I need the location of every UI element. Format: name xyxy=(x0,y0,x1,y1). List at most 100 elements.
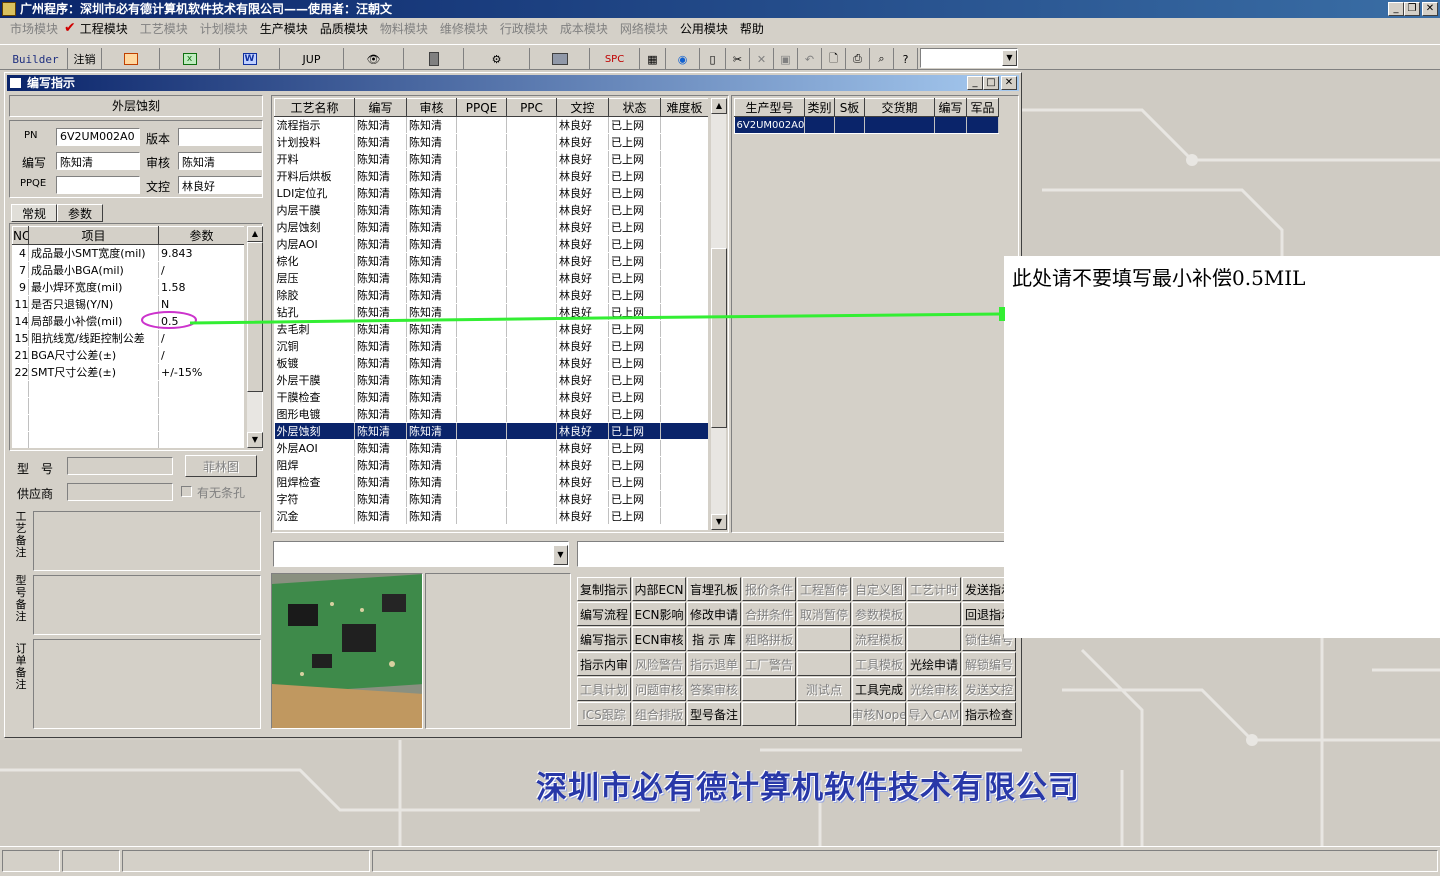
action-button[interactable]: 工厂警告 xyxy=(742,652,796,676)
process-combo[interactable] xyxy=(273,541,569,567)
word-icon[interactable]: W xyxy=(220,48,280,70)
printer-machine-icon[interactable] xyxy=(530,48,590,70)
action-button[interactable]: 解锁编号 xyxy=(962,652,1016,676)
column-header[interactable]: PPQE xyxy=(456,98,507,117)
column-header[interactable]: PPC xyxy=(506,98,557,117)
print-icon[interactable]: ⎙ xyxy=(846,48,870,70)
powerpoint-icon[interactable] xyxy=(102,48,160,70)
table-row[interactable]: 15 阻抗线宽/线距控制公差 / xyxy=(12,329,244,347)
excel-icon[interactable]: x xyxy=(160,48,220,70)
steps-scroll-up-icon[interactable]: ▲ xyxy=(711,98,727,114)
action-button[interactable]: 发送文控 xyxy=(962,677,1016,701)
column-header[interactable]: 类别 xyxy=(804,98,835,117)
table-row[interactable]: 9 最小焊环宽度(mil) 1.58 xyxy=(12,278,244,296)
cabinet-icon[interactable] xyxy=(404,48,464,70)
pn-field[interactable]: 6V2UM002A0 xyxy=(56,128,140,146)
action-button[interactable]: 修改申请 xyxy=(687,602,741,626)
restore-button[interactable]: ❐ xyxy=(1404,2,1420,16)
scroll-down-icon[interactable]: ▼ xyxy=(247,432,263,448)
table-row[interactable]: 沉金 陈知清 陈知清 林良好 已上网 xyxy=(274,507,708,525)
column-header[interactable]: NO xyxy=(12,226,29,245)
table-row[interactable]: 外层蚀刻 陈知清 陈知清 林良好 已上网 xyxy=(274,422,708,440)
table-row[interactable]: 内层干膜 陈知清 陈知清 林良好 已上网 xyxy=(274,201,708,219)
action-button[interactable]: 工具模板 xyxy=(852,652,906,676)
action-button[interactable]: ECN影响 xyxy=(632,602,686,626)
action-button[interactable]: 风险警告 xyxy=(632,652,686,676)
column-header[interactable]: 生产型号 xyxy=(734,98,805,117)
column-header[interactable]: 工艺名称 xyxy=(274,98,355,117)
column-header[interactable]: S板 xyxy=(834,98,865,117)
scroll-thumb[interactable] xyxy=(247,242,263,392)
column-header[interactable]: 军品 xyxy=(966,98,999,117)
tab-parameters[interactable]: 参数 xyxy=(57,204,103,222)
table-row[interactable]: 22 SMT尺寸公差(±) +/-15% xyxy=(12,363,244,381)
action-button[interactable]: 自定义图 xyxy=(852,577,906,601)
action-button[interactable]: 合拼条件 xyxy=(742,602,796,626)
action-button[interactable] xyxy=(797,702,851,726)
action-button[interactable]: 报价条件 xyxy=(742,577,796,601)
help-icon[interactable]: ? xyxy=(894,48,918,70)
action-button[interactable]: 光绘审核 xyxy=(907,677,961,701)
table-row[interactable]: 除胶 陈知清 陈知清 林良好 已上网 xyxy=(274,286,708,304)
action-button[interactable]: 编写流程 xyxy=(577,602,631,626)
column-header[interactable]: 编写 xyxy=(354,98,407,117)
table-row[interactable]: 11 是否只退锡(Y/N) N xyxy=(12,295,244,313)
column-header[interactable]: 交货期 xyxy=(864,98,935,117)
column-header[interactable]: 难度板 xyxy=(660,98,708,117)
new-file-icon[interactable]: ▯ xyxy=(700,48,726,70)
action-button[interactable]: 组合排版 xyxy=(632,702,686,726)
undo-icon[interactable]: ↶ xyxy=(798,48,822,70)
column-header[interactable]: 编写 xyxy=(934,98,967,117)
table-row[interactable]: 去毛刺 陈知清 陈知清 林良好 已上网 xyxy=(274,320,708,338)
logout-button[interactable]: 注销 xyxy=(68,48,102,70)
table-row[interactable]: 14 局部最小补偿(mil) 0.5 xyxy=(12,312,244,330)
table-row[interactable]: 内层AOI 陈知清 陈知清 林良好 已上网 xyxy=(274,235,708,253)
action-button[interactable]: 参数模板 xyxy=(852,602,906,626)
action-button[interactable]: 工具完成 xyxy=(852,677,906,701)
action-button[interactable]: 测试点 xyxy=(797,677,851,701)
doc-control-field[interactable]: 林良好 xyxy=(178,176,262,194)
builder-button[interactable]: Builder xyxy=(4,48,68,70)
column-header[interactable]: 项目 xyxy=(28,226,159,245)
action-button[interactable]: 工具计划 xyxy=(577,677,631,701)
window-minimize-button[interactable]: _ xyxy=(967,76,983,90)
eye-icon[interactable]: 👁 xyxy=(344,48,404,70)
menu-item[interactable]: 物料模块 xyxy=(374,20,434,37)
jup-button[interactable]: JUP xyxy=(280,48,344,70)
menu-item[interactable]: 工程模块 xyxy=(78,20,134,37)
menu-item[interactable]: 生产模块 xyxy=(254,20,314,37)
action-button[interactable]: 取消暂停 xyxy=(797,602,851,626)
slot-hole-checkbox[interactable] xyxy=(181,486,192,497)
order-remark-field[interactable] xyxy=(33,639,261,729)
review-field[interactable]: 陈知清 xyxy=(178,152,262,170)
action-button[interactable]: 答案审核 xyxy=(687,677,741,701)
action-button[interactable]: 导入CAM xyxy=(907,702,961,726)
table-row[interactable]: 阻焊 陈知清 陈知清 林良好 已上网 xyxy=(274,456,708,474)
action-button[interactable] xyxy=(742,702,796,726)
spc-button[interactable]: SPC xyxy=(590,48,640,70)
network-icon[interactable]: ⚙ xyxy=(464,48,530,70)
model-field[interactable] xyxy=(67,457,173,475)
steps-scrollbar[interactable]: ▲ ▼ xyxy=(710,98,727,530)
window-close-button[interactable]: ✕ xyxy=(1001,76,1017,90)
table-row[interactable]: 外层干膜 陈知清 陈知清 林良好 已上网 xyxy=(274,371,708,389)
menu-item[interactable]: 网络模块 xyxy=(614,20,674,37)
save-icon[interactable]: ▣ xyxy=(774,48,798,70)
action-button[interactable]: 审核Nope xyxy=(852,702,906,726)
chevron-down-icon[interactable]: ▼ xyxy=(1002,50,1017,66)
table-row[interactable]: 外层AOI 陈知清 陈知清 林良好 已上网 xyxy=(274,439,708,457)
action-button[interactable]: 粗略拼板 xyxy=(742,627,796,651)
author-field[interactable]: 陈知清 xyxy=(56,152,140,170)
table-row[interactable]: 字符 陈知清 陈知清 林良好 已上网 xyxy=(274,490,708,508)
table-row[interactable]: 7 成品最小BGA(mil) / xyxy=(12,261,244,279)
table-row[interactable]: 开料 陈知清 陈知清 林良好 已上网 xyxy=(274,150,708,168)
cut-icon[interactable]: ✂ xyxy=(726,48,750,70)
column-header[interactable]: 参数 xyxy=(158,226,244,245)
action-button[interactable]: 复制指示 xyxy=(577,577,631,601)
table-row[interactable]: 内层蚀刻 陈知清 陈知清 林良好 已上网 xyxy=(274,218,708,236)
action-button[interactable]: 内部ECN xyxy=(632,577,686,601)
table-row[interactable]: 计划投料 陈知清 陈知清 林良好 已上网 xyxy=(274,133,708,151)
process-remark-field[interactable] xyxy=(33,511,261,571)
action-button[interactable]: 工艺计时 xyxy=(907,577,961,601)
table-row[interactable]: 流程指示 陈知清 陈知清 林良好 已上网 xyxy=(274,116,708,134)
